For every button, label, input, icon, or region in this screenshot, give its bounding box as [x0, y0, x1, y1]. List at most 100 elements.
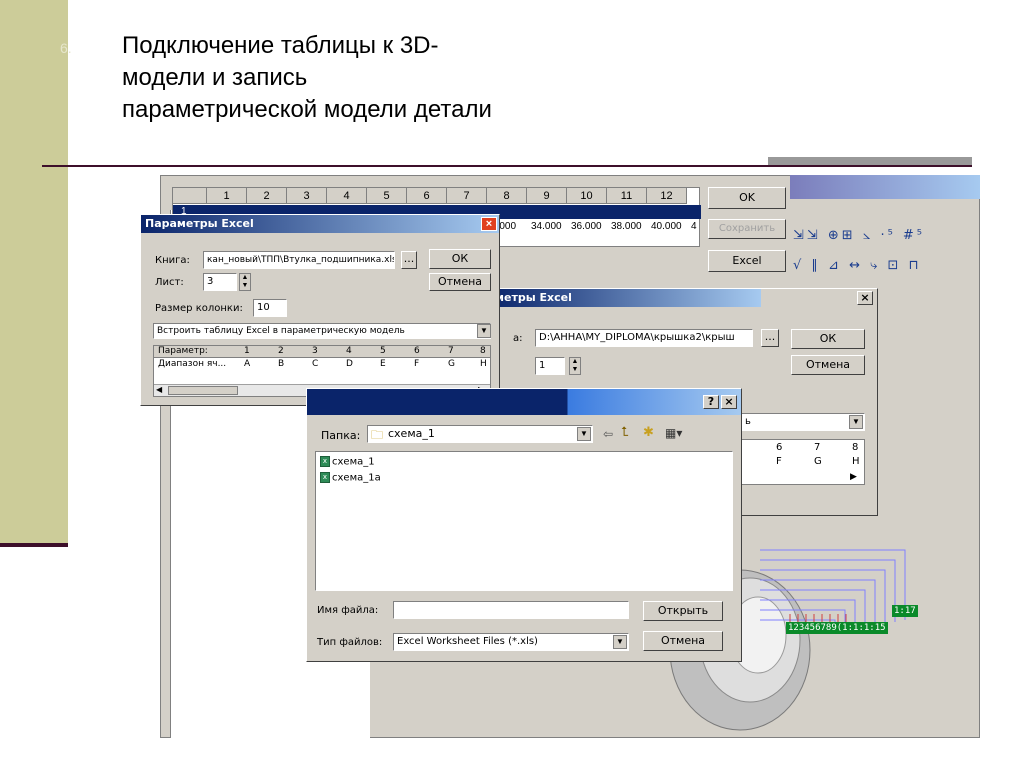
dialog1-cell: Диапазон яч... — [158, 359, 227, 369]
decorative-bar — [768, 157, 972, 165]
dialog1-cell: B — [278, 359, 285, 369]
file-name: схема_1а — [332, 472, 381, 484]
grid-col-header[interactable]: 2 — [247, 188, 287, 204]
close-icon[interactable]: × — [481, 217, 497, 231]
excel-file-icon: x — [320, 472, 330, 483]
excel-params-dialog-1: Параметры Excel × Книга: кан_новый\ТПП\В… — [140, 214, 500, 406]
dialog1-title: Параметры Excel — [141, 215, 499, 233]
dialog1-book-field[interactable]: кан_новый\ТПП\Втулка_подшипника.xls — [203, 251, 395, 269]
spin-up-icon[interactable]: ▲ ▼ — [239, 273, 251, 291]
dialog2-book-field[interactable]: D:\АННА\MY_DIPLOMA\крышка2\крыш — [535, 329, 753, 347]
grid-col-header[interactable]: 9 — [527, 188, 567, 204]
dialog2-cell: G — [814, 456, 822, 467]
scroll-left-icon[interactable]: ◀ — [156, 385, 162, 394]
help-icon[interactable]: ? — [703, 395, 719, 409]
dialog1-col: Параметр: — [158, 346, 208, 356]
dialog2-option-combo[interactable]: ь — [741, 413, 865, 431]
slide-title: Подключение таблицы к 3D- модели и запис… — [122, 32, 492, 123]
back-arrow-icon[interactable]: ⇦ — [603, 427, 613, 441]
back-save-button[interactable]: Сохранить — [708, 219, 786, 239]
dialog1-sheet-label: Лист: — [155, 277, 184, 288]
grid-col-header[interactable]: 10 — [567, 188, 607, 204]
filename-input[interactable] — [393, 601, 629, 619]
dialog2-title: метры Excel — [491, 289, 877, 307]
dialog1-cell: D — [346, 359, 353, 369]
dialog1-embed-combo[interactable]: Встроить таблицу Excel в параметрическую… — [153, 323, 491, 339]
dialog2-cancel-button[interactable]: Отмена — [791, 355, 865, 375]
grid-col-header[interactable]: 8 — [487, 188, 527, 204]
dialog1-col: 3 — [312, 346, 318, 356]
dialog1-cell: F — [414, 359, 420, 369]
dialog2-browse-button[interactable]: ... — [761, 329, 779, 347]
slide-number: 6. — [60, 40, 72, 56]
dialog2-col: 7 — [814, 442, 821, 453]
grid-col-header[interactable]: 12 — [647, 188, 687, 204]
file-item[interactable]: x схема_1а — [320, 472, 381, 484]
dimension-label-b: 123456789(1:1:1:15 — [786, 622, 888, 634]
grid-cell[interactable]: 36.000 — [571, 220, 602, 234]
grid-col-header[interactable]: 5 — [367, 188, 407, 204]
toolbar-icons-row1[interactable]: ⇲⇲ ⊕⊞ ⦣ ·⁵ #⁵ — [793, 228, 925, 243]
dialog1-cell: A — [244, 359, 251, 369]
close-icon[interactable]: × — [721, 395, 737, 409]
back-ok-button[interactable]: OK — [708, 187, 786, 209]
dialog2-ok-button[interactable]: ОК — [791, 329, 865, 349]
grid-cell[interactable]: 38.000 — [611, 220, 642, 234]
dialog1-ok-button[interactable]: ОК — [429, 249, 491, 269]
excel-file-icon: x — [320, 456, 330, 467]
back-excel-button[interactable]: Excel — [708, 250, 786, 272]
scroll-right-icon[interactable]: ▶ — [850, 472, 857, 482]
dropdown-arrow-icon[interactable]: ▼ — [477, 324, 491, 338]
dialog1-col: 2 — [278, 346, 284, 356]
folder-combo[interactable]: схема_1 — [367, 425, 593, 443]
dialog1-sheet-field[interactable]: 3 — [203, 273, 237, 291]
dialog1-col: 5 — [380, 346, 386, 356]
grid-col-header[interactable]: 3 — [287, 188, 327, 204]
cancel-button[interactable]: Отмена — [643, 631, 723, 651]
filetype-combo[interactable]: Excel Worksheet Files (*.xls) — [393, 633, 629, 651]
dialog1-colsize-field[interactable]: 10 — [253, 299, 287, 317]
dialog2-cell: F — [776, 456, 782, 467]
grid-col-header[interactable]: 11 — [607, 188, 647, 204]
dialog1-col: 8 — [480, 346, 486, 356]
dialog1-col: 7 — [448, 346, 454, 356]
cad-toolbar: ⇲⇲ ⊕⊞ ⦣ ·⁵ #⁵ √ ∥ ⊿ ↔ ⤷ ⊡ ⊓ — [785, 222, 960, 282]
dropdown-arrow-icon[interactable]: ▼ — [613, 635, 627, 649]
view-menu-icon[interactable]: ▦▾ — [665, 426, 682, 440]
dialog2-col: 6 — [776, 442, 783, 453]
file-item[interactable]: x схема_1 — [320, 456, 375, 468]
dialog1-cancel-button[interactable]: Отмена — [429, 273, 491, 291]
spin-up-icon[interactable]: ▲ ▼ — [569, 357, 581, 375]
dialog1-cell: H — [480, 359, 487, 369]
grid-cell[interactable]: 4 — [691, 220, 697, 234]
new-folder-icon[interactable]: ✱ — [643, 425, 654, 440]
grid-col-header[interactable]: 4 — [327, 188, 367, 204]
dialog2-sheet-field[interactable]: 1 — [535, 357, 565, 375]
sidebar-accent-line — [0, 543, 68, 547]
dialog1-col: 1 — [244, 346, 250, 356]
file-list[interactable]: x схема_1 x схема_1а — [315, 451, 733, 591]
close-icon[interactable]: × — [857, 291, 873, 305]
file-name: схема_1 — [332, 456, 375, 468]
open-file-dialog: ? × Папка: схема_1 🗀 ▼ ⇦ ⮤ ✱ ▦▾ x схема_1… — [306, 388, 742, 662]
grid-cell[interactable]: 40.000 — [651, 220, 682, 234]
dialog1-col: 4 — [346, 346, 352, 356]
dialog1-cell: C — [312, 359, 319, 369]
dialog1-browse-button[interactable]: ... — [401, 251, 417, 269]
toolbar-icons-row2[interactable]: √ ∥ ⊿ ↔ ⤷ ⊡ ⊓ — [793, 258, 922, 273]
dropdown-arrow-icon[interactable]: ▼ — [849, 415, 863, 429]
dialog1-book-label: Книга: — [155, 255, 190, 266]
grid-cell[interactable]: 34.000 — [531, 220, 562, 234]
title-divider-line — [42, 165, 972, 167]
open-button[interactable]: Открыть — [643, 601, 723, 621]
grid-col-header[interactable]: 7 — [447, 188, 487, 204]
dialog2-table[interactable]: 6 7 8 F G H ▶ — [741, 439, 865, 485]
dropdown-arrow-icon[interactable]: ▼ — [577, 427, 591, 441]
cad-title-bar — [790, 175, 980, 199]
dialog1-cell: E — [380, 359, 386, 369]
grid-col-header[interactable]: 6 — [407, 188, 447, 204]
up-folder-icon[interactable]: ⮤ — [621, 425, 629, 440]
scroll-thumb[interactable] — [168, 386, 238, 395]
grid-col-header[interactable]: 1 — [207, 188, 247, 204]
grid-corner — [173, 188, 207, 204]
